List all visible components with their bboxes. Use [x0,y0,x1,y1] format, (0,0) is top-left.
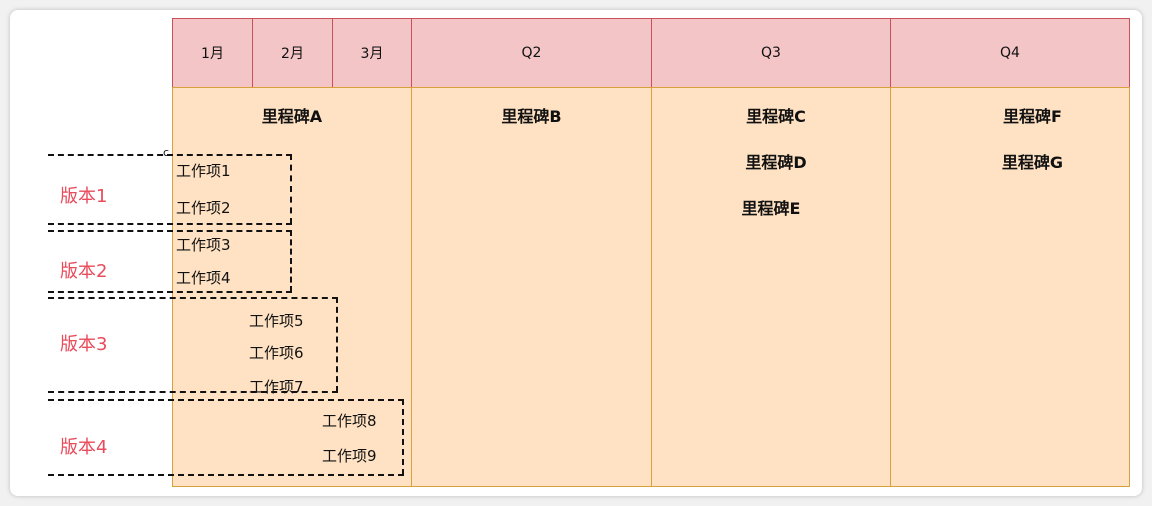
version-2-bottom-border [48,291,292,293]
milestone-f: 里程碑F [1003,107,1062,126]
version-2-top-border [48,230,292,232]
column-q3 [651,87,891,487]
quarter-label-q3: Q3 [761,45,781,61]
work-item-7: 工作项7 [249,378,304,396]
work-item-3: 工作项3 [176,236,231,254]
month-label-2: 2月 [281,46,304,62]
version-label-1: 版本1 [60,186,108,207]
column-q4 [890,87,1130,487]
version-4-bottom-border [48,474,404,476]
month-label-1: 1月 [201,46,224,62]
work-item-4: 工作项4 [176,269,231,287]
work-item-1: 工作项1 [176,162,231,180]
version-1-bottom-border [48,223,292,225]
column-q2 [411,87,652,487]
version-1-right-border [290,154,292,224]
version-4-top-border [48,399,404,401]
version-1-top-border [48,154,292,156]
milestone-c: 里程碑C [746,107,806,126]
work-item-8: 工作项8 [322,412,377,430]
header-quarter-q4: Q4 [890,18,1130,88]
month-label-3: 3月 [360,46,384,62]
version-4-right-border [402,399,404,475]
version-label-3: 版本3 [60,334,108,355]
version-label-4: 版本4 [60,437,108,458]
header-month-3: 3月 [332,18,412,88]
stray-mark: c [163,146,170,159]
milestone-g: 里程碑G [1001,153,1064,172]
work-item-2: 工作项2 [176,199,231,217]
version-label-2: 版本2 [60,261,108,282]
quarter-label-q2: Q2 [521,45,542,61]
milestone-b: 里程碑B [501,107,562,126]
milestone-d: 里程碑D [745,153,807,172]
header-month-2: 2月 [252,18,333,88]
version-2-right-border [290,230,292,292]
milestone-e: 里程碑E [741,199,801,218]
milestone-a: 里程碑A [261,107,323,126]
header-month-1: 1月 [172,18,253,88]
version-3-top-border [48,297,338,299]
header-quarter-q3: Q3 [651,18,891,88]
quarter-label-q4: Q4 [1000,45,1020,61]
work-item-6: 工作项6 [249,344,304,362]
work-item-5: 工作项5 [249,312,304,330]
header-quarter-q2: Q2 [411,18,652,88]
version-3-right-border [336,297,338,392]
work-item-9: 工作项9 [322,447,377,465]
